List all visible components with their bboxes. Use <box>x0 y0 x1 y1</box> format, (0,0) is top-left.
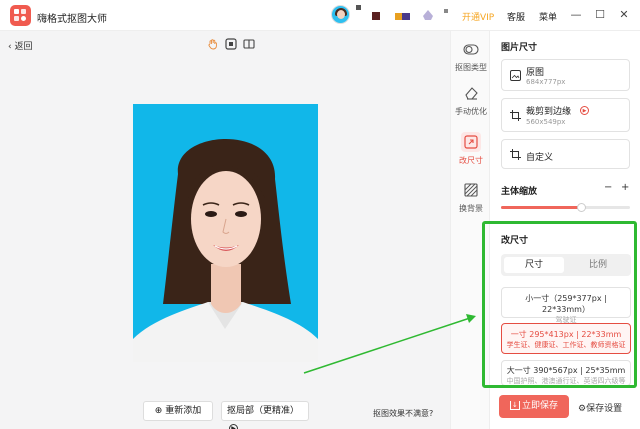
annotation-arrow-icon <box>303 314 476 374</box>
